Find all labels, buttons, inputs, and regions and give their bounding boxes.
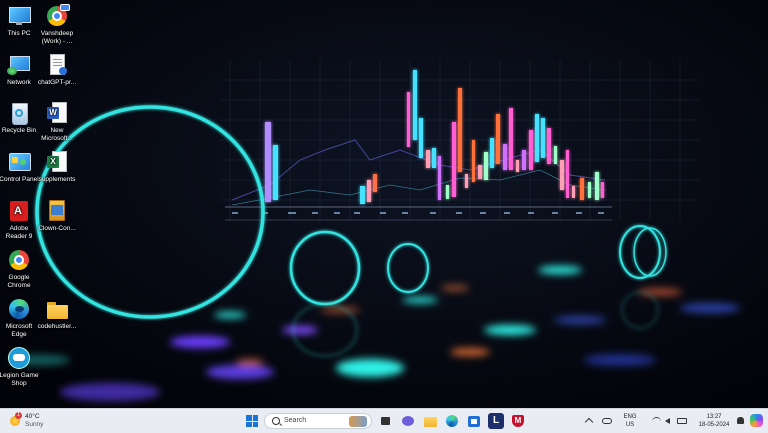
folder-icon (424, 417, 437, 427)
clock-date: 18-05-2024 (698, 422, 730, 428)
taskbar-file-explorer-button[interactable] (422, 413, 438, 429)
desktop-icon-supplements[interactable]: X supplements (33, 150, 81, 184)
mcafee-shield-icon: M (512, 415, 524, 427)
tray-clock[interactable]: 13:27 18-05-2024 (694, 409, 734, 433)
bell-icon (737, 417, 744, 424)
copilot-icon (750, 414, 763, 427)
edge-icon (7, 297, 31, 321)
tray-quick-settings[interactable] (650, 409, 690, 433)
desktop-icon-codehustler[interactable]: codehustler... (33, 297, 81, 331)
language-code: ENG (623, 414, 637, 420)
desktop-icon-label: codehustler... (37, 323, 77, 330)
chrome-profile-icon (45, 4, 70, 28)
desktop-icon-label: Legion Game Shop (0, 372, 39, 387)
taskbar-mcafee-button[interactable]: M (510, 413, 526, 429)
desktop-icon-label: Vanshdeep (Work) - ... (40, 30, 74, 45)
taskbar: 1 40°C Sunny Search L M ENG US 13:27 18-… (0, 408, 768, 433)
start-button[interactable] (244, 413, 260, 429)
network-icon (7, 53, 31, 77)
volume-icon (665, 418, 670, 424)
taskbar-edge-button[interactable] (444, 413, 460, 429)
weather-condition: Sunny (25, 421, 44, 428)
chat-icon (402, 416, 414, 426)
taskbar-search-box[interactable]: Search (264, 413, 372, 429)
desktop-icon-vanshdeep-work[interactable]: Vanshdeep (Work) - ... (33, 4, 81, 46)
chrome-icon (7, 248, 31, 272)
wifi-icon (652, 417, 661, 426)
keyboard-region: US (625, 422, 635, 428)
windows-logo-icon (246, 415, 258, 427)
monitor-icon (7, 4, 31, 28)
search-placeholder: Search (284, 417, 307, 424)
recycle-bin-icon (7, 101, 31, 125)
cloud-icon (602, 418, 612, 424)
tray-notifications[interactable] (736, 409, 746, 433)
desktop-icon-clown-con[interactable]: Clown-Con... (33, 199, 81, 233)
chevron-up-icon (584, 417, 594, 427)
desktop-icon-label: supplements (38, 176, 76, 183)
taskbar-store-button[interactable] (466, 413, 482, 429)
search-highlight-icon (349, 416, 367, 427)
desktop-icon-chatgpt-file[interactable]: chatGPT-pr... (33, 53, 81, 87)
desktop-wallpaper (0, 0, 768, 408)
clock-time: 13:27 (706, 414, 722, 420)
task-view-icon (381, 417, 390, 425)
tray-language[interactable]: ENG US (618, 409, 642, 433)
word-document-icon: W (45, 101, 69, 125)
tray-copilot[interactable] (748, 409, 764, 433)
excel-spreadsheet-icon: X (45, 150, 69, 174)
desktop-icon-label: chatGPT-pr... (37, 79, 77, 86)
taskbar-chat-button[interactable] (400, 413, 416, 429)
document-file-icon (45, 53, 69, 77)
desktop-icon-legion-game-shop[interactable]: Legion Game Shop (0, 346, 43, 388)
desktop-icon-label: New Microsoft... (41, 127, 73, 142)
search-icon (272, 417, 280, 425)
legion-l-icon: L (492, 415, 500, 426)
legion-game-shop-icon (7, 346, 31, 370)
weather-temperature: 40°C (25, 413, 40, 420)
control-panel-icon (7, 150, 31, 174)
weather-widget[interactable]: 1 40°C Sunny (6, 409, 66, 433)
edge-icon (446, 415, 458, 427)
battery-icon (677, 418, 687, 424)
desktop-icon-new-microsoft-word[interactable]: W New Microsoft... (33, 101, 81, 143)
tray-onedrive[interactable] (600, 409, 614, 433)
desktop-icon-label: Google Chrome (7, 274, 31, 289)
archive-file-icon (45, 199, 69, 223)
desktop-icon-label: Clown-Con... (38, 225, 76, 232)
folder-icon (45, 297, 69, 321)
taskbar-legion-button[interactable]: L (488, 413, 504, 429)
desktop-icon-google-chrome[interactable]: Google Chrome (0, 248, 43, 290)
task-view-button[interactable] (378, 413, 394, 429)
adobe-reader-icon: A (7, 199, 31, 223)
tray-overflow-chevron[interactable] (584, 409, 594, 433)
weather-notification-badge: 1 (15, 412, 22, 419)
